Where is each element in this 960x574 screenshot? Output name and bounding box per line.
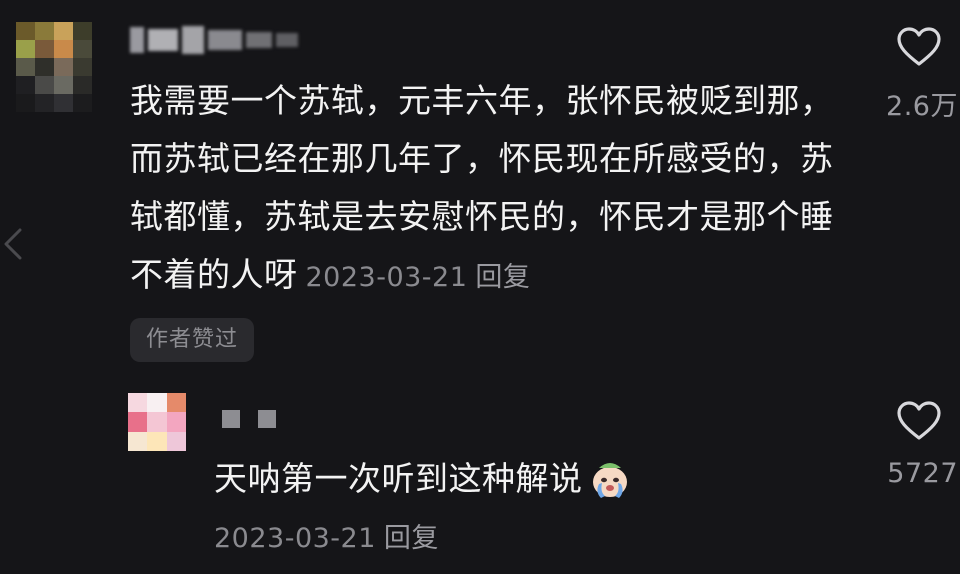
avatar-pixel bbox=[35, 76, 54, 94]
avatar-pixel bbox=[166, 393, 186, 413]
avatar[interactable] bbox=[16, 22, 92, 112]
avatar-pixel bbox=[73, 58, 92, 76]
like-count: 2.6万 bbox=[886, 91, 958, 122]
avatar-pixel bbox=[166, 412, 186, 432]
chevron-left-icon[interactable] bbox=[0, 226, 26, 262]
avatar-pixel bbox=[54, 58, 73, 76]
avatar-pixel bbox=[73, 76, 92, 94]
author-liked-badge: 作者赞过 bbox=[130, 318, 255, 362]
avatar-pixel bbox=[147, 412, 167, 432]
avatar-pixel bbox=[16, 76, 35, 94]
comment-date: 2023-03-21 bbox=[305, 262, 468, 293]
avatar-pixel bbox=[147, 393, 167, 413]
reply-body: 天呐第一次听到这种解说 bbox=[214, 459, 583, 498]
reply-meta: 2023-03-21 回复 bbox=[214, 516, 439, 555]
avatar-pixel bbox=[16, 22, 35, 40]
reply-text: 天呐第一次听到这种解说 bbox=[214, 456, 633, 502]
heart-outline-icon[interactable] bbox=[896, 26, 942, 68]
avatar-pixel bbox=[54, 76, 73, 94]
avatar-pixel bbox=[128, 412, 148, 432]
reply-date: 2023-03-21 bbox=[214, 523, 376, 554]
avatar-pixel bbox=[35, 22, 54, 40]
reply-button[interactable]: 回复 bbox=[475, 262, 530, 293]
avatar-pixel bbox=[54, 94, 73, 112]
avatar-pixel bbox=[128, 393, 148, 413]
reply-username-redacted[interactable] bbox=[222, 410, 276, 428]
avatar-pixel bbox=[73, 40, 92, 58]
avatar-pixel bbox=[16, 58, 35, 76]
comment-text: 我需要一个苏轼，元丰六年，张怀民被贬到那，而苏轼已经在那几年了，怀民现在所感受的… bbox=[130, 72, 850, 307]
heart-outline-icon[interactable] bbox=[896, 400, 942, 442]
reply-reply-button[interactable]: 回复 bbox=[384, 523, 439, 554]
avatar-pixel bbox=[16, 40, 35, 58]
avatar-pixel bbox=[35, 94, 54, 112]
reply-like-count: 5727 bbox=[887, 458, 958, 489]
avatar-pixel bbox=[147, 431, 167, 451]
avatar-pixel bbox=[166, 431, 186, 451]
avatar-pixel bbox=[16, 94, 35, 112]
avatar-pixel bbox=[54, 22, 73, 40]
username-redacted[interactable] bbox=[130, 22, 300, 58]
avatar-pixel bbox=[73, 94, 92, 112]
crying-emoji-icon bbox=[592, 463, 627, 498]
avatar-pixel bbox=[54, 40, 73, 58]
avatar-pixel bbox=[73, 22, 92, 40]
reply-avatar[interactable] bbox=[128, 393, 186, 451]
avatar-pixel bbox=[35, 40, 54, 58]
avatar-pixel bbox=[35, 58, 54, 76]
avatar-pixel bbox=[128, 431, 148, 451]
